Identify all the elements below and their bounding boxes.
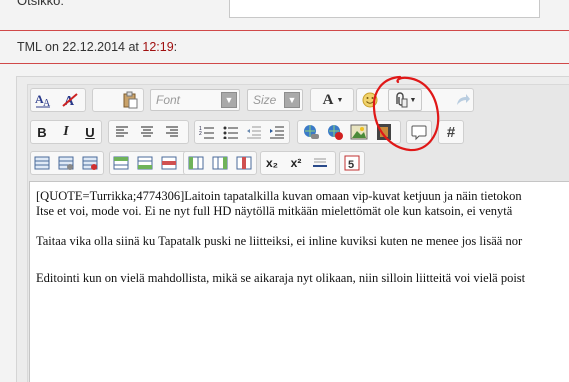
text-color-button[interactable]: A ▼	[314, 89, 352, 111]
underline-button[interactable]: U	[79, 121, 101, 143]
message-textarea[interactable]: [QUOTE=Turrikka;4774306]Laitoin tapatalk…	[29, 181, 569, 382]
subscript-label: x₂	[265, 156, 278, 170]
subject-row: Otsikko:	[0, 0, 569, 30]
bold-label: B	[37, 124, 47, 140]
message-line: Itse et voi, mode voi. Ei ne nyt full HD…	[36, 204, 513, 218]
post-on: on	[45, 40, 59, 54]
italic-label: I	[63, 124, 69, 139]
align-left-icon[interactable]	[111, 121, 133, 143]
table-icon[interactable]	[31, 152, 53, 174]
message-line: Editointi kun on vielä mahdollista, mikä…	[36, 271, 526, 285]
bullet-list-icon[interactable]	[220, 121, 242, 143]
remove-format-icon[interactable]: AA	[32, 89, 54, 111]
delete-row-icon[interactable]	[158, 152, 180, 174]
post-at: at	[128, 40, 139, 54]
html-source-icon[interactable]: 5	[341, 152, 363, 174]
insert-column-after-icon[interactable]	[209, 152, 231, 174]
message-line: [QUOTE=Turrikka;4774306]Laitoin tapatalk…	[36, 189, 522, 203]
hash-label: #	[446, 123, 456, 141]
italic-button[interactable]: I	[55, 121, 77, 143]
size-select-label: Size	[253, 93, 277, 107]
subject-input[interactable]	[229, 0, 540, 18]
chevron-down-icon: ▼	[221, 92, 237, 108]
insert-image-icon[interactable]	[348, 121, 370, 143]
numbered-list-icon[interactable]: 12	[196, 121, 218, 143]
outdent-icon[interactable]	[243, 121, 265, 143]
table-properties-icon[interactable]	[55, 152, 77, 174]
delete-column-icon[interactable]	[233, 152, 255, 174]
delete-table-icon[interactable]	[79, 152, 101, 174]
hash-icon[interactable]: #	[440, 121, 462, 143]
insert-link-icon[interactable]	[300, 121, 322, 143]
remove-link-icon[interactable]	[324, 121, 346, 143]
insert-column-before-icon[interactable]	[185, 152, 207, 174]
divider	[0, 30, 569, 31]
annotation-circle	[372, 75, 440, 152]
subscript-button[interactable]: x₂	[261, 152, 283, 174]
chevron-down-icon: ▼	[336, 96, 344, 104]
post-colon: :	[173, 40, 178, 54]
paste-icon[interactable]	[119, 89, 141, 111]
insert-row-before-icon[interactable]	[110, 152, 132, 174]
redo-icon[interactable]	[451, 89, 473, 111]
indent-icon[interactable]	[266, 121, 288, 143]
reply-page: Otsikko: TML on 22.12.2014 at 12:19: AA …	[0, 0, 569, 382]
align-right-icon[interactable]	[161, 121, 183, 143]
superscript-button[interactable]: x²	[285, 152, 307, 174]
horizontal-rule-icon[interactable]	[309, 152, 331, 174]
post-meta: TML on 22.12.2014 at 12:19:	[17, 40, 177, 54]
switch-mode-icon[interactable]: A	[59, 89, 81, 111]
subject-label: Otsikko:	[17, 0, 64, 8]
chevron-down-icon: ▼	[284, 92, 300, 108]
post-time: 12:19	[142, 40, 174, 54]
bold-button[interactable]: B	[31, 121, 53, 143]
font-select-label: Font	[156, 93, 181, 107]
post-date: 22.12.2014	[62, 40, 125, 54]
svg-text:5: 5	[348, 159, 354, 171]
message-line: Taitaa vika olla siinä ku Tapatalk puski…	[36, 234, 523, 248]
font-select[interactable]: Font ▼	[150, 89, 240, 111]
text-color-label: A	[322, 91, 334, 108]
size-select[interactable]: Size ▼	[247, 89, 303, 111]
insert-row-after-icon[interactable]	[134, 152, 156, 174]
underline-label: U	[85, 124, 95, 140]
divider	[0, 63, 569, 64]
post-author: TML	[17, 40, 42, 54]
align-center-icon[interactable]	[136, 121, 158, 143]
superscript-label: x²	[290, 156, 302, 170]
svg-text:2: 2	[199, 131, 202, 137]
